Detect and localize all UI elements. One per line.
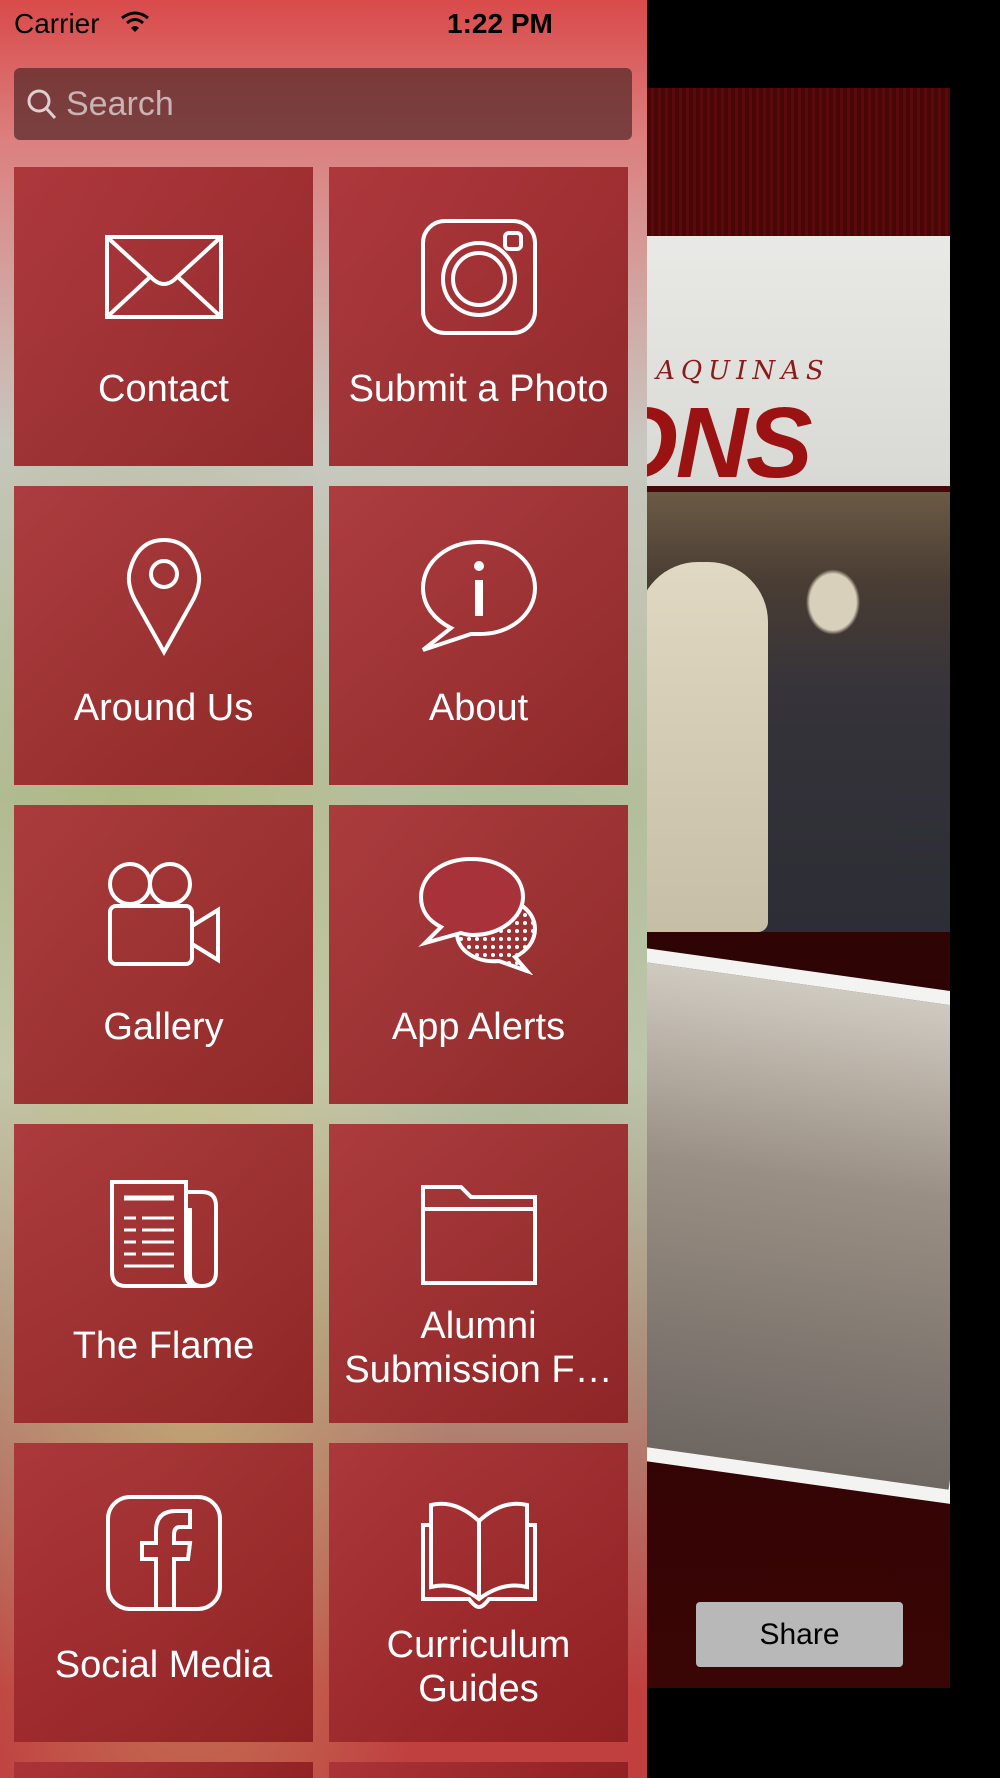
carrier-label: Carrier (14, 8, 100, 39)
menu-tile-alumni-submission[interactable]: Alumni Submission F… (329, 1124, 628, 1423)
folder-icon (420, 1185, 537, 1285)
status-time: 1:22 PM (447, 8, 553, 39)
menu-tile-social-media[interactable]: Social Media (14, 1443, 313, 1742)
facebook-icon (105, 1495, 222, 1611)
banner-subtitle: S AQUINAS (618, 356, 830, 386)
menu-tile-curriculum-guides[interactable]: Curriculum Guides (329, 1443, 628, 1742)
tile-label: The Flame (72, 1325, 255, 1367)
menu-drawer: Carrier 1:22 PM Contact (0, 0, 647, 1778)
video-camera-icon (107, 862, 220, 966)
map-pin-icon (126, 537, 201, 656)
status-bar: Carrier 1:22 PM (0, 0, 647, 50)
priest-figure (638, 562, 768, 932)
tile-label: Social Media (54, 1644, 273, 1686)
tile-label: Curriculum Guides (386, 1624, 571, 1710)
menu-tile-around-us[interactable]: Around Us (14, 486, 313, 785)
search-input[interactable] (58, 73, 632, 135)
search-bar[interactable] (14, 68, 632, 140)
menu-tile-submit-photo[interactable]: Submit a Photo (329, 167, 628, 466)
newspaper-icon (109, 1180, 218, 1289)
envelope-icon (104, 235, 223, 319)
tile-label: App Alerts (391, 1006, 566, 1048)
menu-tile-gallery[interactable]: Gallery (14, 805, 313, 1104)
menu-tile-about[interactable]: About (329, 486, 628, 785)
tile-label: Alumni Submission F… (344, 1305, 613, 1391)
wifi-icon (121, 11, 149, 32)
tile-label: Gallery (103, 1006, 224, 1048)
chat-bubbles-icon (417, 856, 537, 975)
tile-label: About (428, 687, 529, 729)
camera-icon (420, 219, 537, 335)
menu-tile-partial[interactable] (14, 1762, 313, 1778)
menu-tile-contact[interactable]: Contact (14, 167, 313, 466)
tile-label: Around Us (73, 687, 254, 729)
menu-tile-partial[interactable] (329, 1762, 628, 1778)
share-button[interactable]: Share (696, 1602, 903, 1667)
info-bubble-icon (420, 539, 537, 652)
menu-tile-app-alerts[interactable]: App Alerts (329, 805, 628, 1104)
search-icon (27, 89, 57, 120)
tile-label: Submit a Photo (348, 368, 609, 410)
menu-tile-the-flame[interactable]: The Flame (14, 1124, 313, 1423)
tile-label: Contact (98, 368, 229, 410)
open-book-icon (420, 1501, 537, 1610)
